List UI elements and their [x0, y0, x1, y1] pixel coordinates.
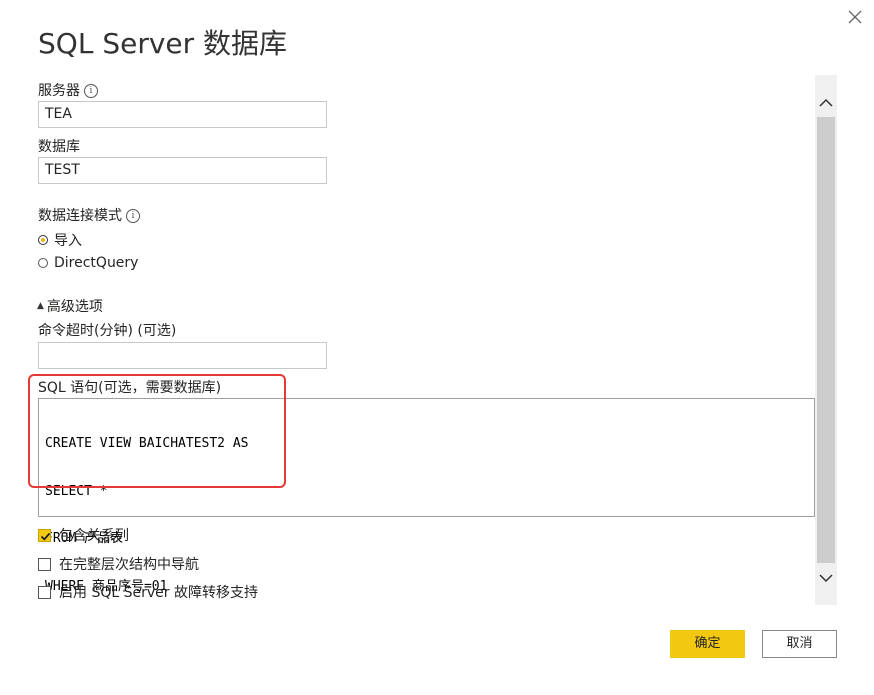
triangle-up-icon: ▲ — [37, 301, 44, 311]
chevron-up-icon[interactable] — [818, 97, 834, 109]
chevron-down-icon[interactable] — [818, 572, 834, 584]
dialog-title: SQL Server 数据库 — [38, 27, 288, 60]
sql-statement-label: SQL 语句(可选，需要数据库) — [38, 380, 222, 396]
sql-statement-textarea[interactable]: CREATE VIEW BAICHATEST2 AS SELECT * FROM… — [38, 398, 815, 594]
database-input[interactable]: TEST — [38, 157, 327, 184]
connectivity-label-row: 数据连接模式 i — [38, 205, 140, 225]
cancel-button[interactable]: 取消 — [762, 630, 837, 658]
sql-line: SELECT * — [45, 483, 108, 499]
ok-button[interactable]: 确定 — [670, 630, 745, 658]
database-label: 数据库 — [38, 139, 80, 155]
checkbox-include-relationships[interactable]: 包含关系列 — [38, 525, 129, 545]
radio-directquery[interactable]: DirectQuery — [38, 255, 138, 271]
sql-line: FROM 产品表 — [45, 531, 124, 546]
checkbox-label: 在完整层次结构中导航 — [59, 557, 199, 573]
close-icon[interactable] — [846, 8, 864, 26]
vertical-scrollbar[interactable] — [815, 75, 837, 605]
advanced-options-label: 高级选项 — [46, 299, 103, 315]
timeout-label: 命令超时(分钟) (可选) — [38, 323, 177, 339]
info-icon[interactable]: i — [126, 209, 140, 223]
connectivity-label: 数据连接模式 — [38, 208, 122, 224]
server-label: 服务器 — [38, 83, 80, 99]
server-label-row: 服务器 i — [38, 80, 98, 100]
radio-directquery-label: DirectQuery — [54, 255, 139, 271]
checkbox-label: 启用 SQL Server 故障转移支持 — [59, 585, 258, 601]
radio-import[interactable]: 导入 — [38, 230, 82, 250]
info-icon[interactable]: i — [84, 84, 98, 98]
checkbox-checked[interactable] — [38, 528, 51, 542]
radio-button[interactable] — [38, 258, 48, 268]
checkbox-label: 包含关系列 — [59, 528, 129, 544]
checkbox-navigate-hierarchy[interactable]: 在完整层次结构中导航 — [38, 554, 199, 574]
sql-line: CREATE VIEW BAICHATEST2 AS — [45, 436, 249, 451]
checkmark-icon — [40, 532, 51, 541]
advanced-options-toggle[interactable]: ▲ 高级选项 — [37, 296, 103, 316]
radio-import-label: 导入 — [54, 233, 82, 249]
timeout-input[interactable] — [38, 342, 327, 369]
scrollbar-thumb[interactable] — [817, 117, 835, 563]
checkbox[interactable] — [38, 557, 51, 571]
checkbox[interactable] — [38, 585, 51, 599]
server-input[interactable]: TEA — [38, 101, 327, 128]
checkbox-failover-support[interactable]: 启用 SQL Server 故障转移支持 — [38, 582, 258, 602]
radio-button-selected[interactable] — [38, 235, 48, 245]
